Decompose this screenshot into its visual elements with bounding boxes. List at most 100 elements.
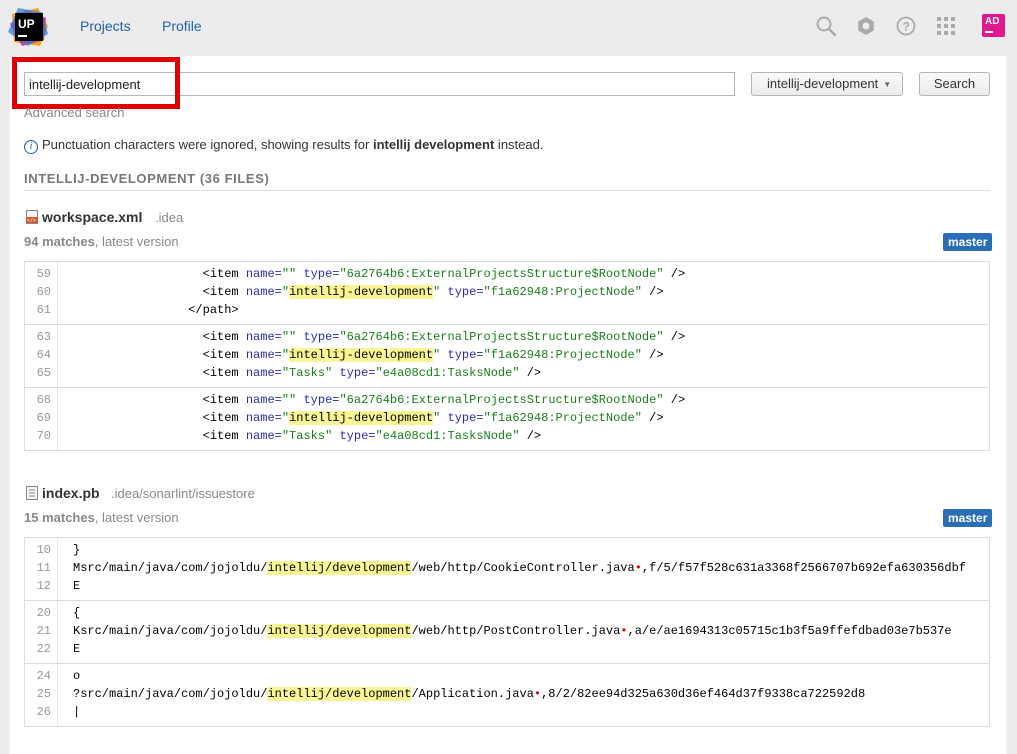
svg-text:</>: </> xyxy=(27,218,36,224)
line-number[interactable]: 25 xyxy=(25,685,51,703)
code-token: <item xyxy=(202,429,246,443)
code-token: } xyxy=(73,543,81,557)
code-line: 60 <item name="intellij-development" typ… xyxy=(25,283,989,301)
code-token: /> xyxy=(519,429,542,443)
code-token: name= xyxy=(245,267,282,281)
code-token: { xyxy=(73,606,81,620)
line-number[interactable]: 61 xyxy=(25,301,51,319)
code-line: 70 <item name="Tasks" type="e4a08cd1:Tas… xyxy=(25,427,989,445)
user-avatar[interactable]: AD xyxy=(982,14,1005,37)
search-icon[interactable] xyxy=(815,15,837,37)
line-number[interactable]: 59 xyxy=(25,265,51,283)
code-token: type= xyxy=(447,411,484,425)
help-icon[interactable]: ? xyxy=(895,15,917,37)
annotation-highlight-box xyxy=(12,57,180,109)
code-token: o xyxy=(73,669,81,683)
code-token: /web/http/CookieController.java xyxy=(411,561,635,575)
code-token: <item xyxy=(202,393,246,407)
logo-text: UP xyxy=(18,17,35,31)
code-token: name= xyxy=(245,285,282,299)
code-token: | xyxy=(73,705,81,719)
line-number[interactable]: 12 xyxy=(25,577,51,595)
search-match-highlight: intellij/development xyxy=(267,624,412,638)
nav-profile-link[interactable]: Profile xyxy=(162,18,202,34)
code-token: "Tasks" xyxy=(281,366,333,380)
line-number[interactable]: 20 xyxy=(25,604,51,622)
advanced-search-link[interactable]: Advanced search xyxy=(24,105,124,120)
line-number[interactable]: 22 xyxy=(25,640,51,658)
code-text: </path> xyxy=(73,301,239,319)
code-line: 59 <item name="" type="6a2764b6:External… xyxy=(25,265,989,283)
search-button[interactable]: Search xyxy=(919,72,990,96)
project-select[interactable]: intellij-development ▼ xyxy=(751,72,903,96)
line-number[interactable]: 26 xyxy=(25,703,51,721)
settings-gear-icon[interactable] xyxy=(855,15,877,37)
code-line: 68 <item name="" type="6a2764b6:External… xyxy=(25,391,989,409)
code-token: ,8/2/82ee94d325a630d36ef464d37f9338ca722… xyxy=(541,687,866,701)
code-line: 65 <item name="Tasks" type="e4a08cd1:Tas… xyxy=(25,364,989,382)
line-number[interactable]: 21 xyxy=(25,622,51,640)
file-path: .idea/sonarlint/issuestore xyxy=(111,486,255,501)
code-token: name= xyxy=(245,429,282,443)
code-line: 11 Msrc/main/java/com/jojoldu/intellij/de… xyxy=(25,559,989,577)
info-icon: i xyxy=(24,140,38,154)
results-section-title: INTELLIJ-DEVELOPMENT (36 FILES) xyxy=(24,171,270,186)
nav-projects-link[interactable]: Projects xyxy=(80,18,131,34)
code-token: <item xyxy=(202,348,246,362)
code-line: 21 Ksrc/main/java/com/jojoldu/intellij/de… xyxy=(25,622,989,640)
code-token: <item xyxy=(202,330,246,344)
line-number[interactable]: 70 xyxy=(25,427,51,445)
line-number[interactable]: 10 xyxy=(25,541,51,559)
line-number[interactable]: 69 xyxy=(25,409,51,427)
code-snippet[interactable]: 24 o 25 ?src/main/java/com/jojoldu/intellij… xyxy=(25,663,989,726)
line-number[interactable]: 11 xyxy=(25,559,51,577)
search-match-highlight: intellij-development xyxy=(289,411,434,425)
line-number[interactable]: 63 xyxy=(25,328,51,346)
code-snippet[interactable]: 59 <item name="" type="6a2764b6:External… xyxy=(25,262,989,324)
code-snippet[interactable]: 68 <item name="" type="6a2764b6:External… xyxy=(25,387,989,450)
notice-term: intellij development xyxy=(372,137,495,152)
code-text: <item name="intellij-development" type="… xyxy=(73,283,664,301)
code-token: name= xyxy=(245,348,282,362)
code-token: <item xyxy=(202,285,246,299)
avatar-initials: AD xyxy=(985,16,1000,27)
code-token: /> xyxy=(641,348,664,362)
file-name-link[interactable]: index.pb xyxy=(42,485,100,501)
code-text: | xyxy=(73,703,80,721)
matches-summary: 94 matches, latest version xyxy=(24,234,179,249)
matches-count: 94 matches xyxy=(24,234,95,249)
code-text: ?src/main/java/com/jojoldu/intellij/deve… xyxy=(73,685,865,703)
code-text: <item name="intellij-development" type="… xyxy=(73,346,664,364)
line-number[interactable]: 60 xyxy=(25,283,51,301)
line-number[interactable]: 64 xyxy=(25,346,51,364)
matches-summary: 15 matches, latest version xyxy=(24,510,179,525)
code-token: /> xyxy=(663,267,686,281)
line-number[interactable]: 68 xyxy=(25,391,51,409)
branch-badge[interactable]: master xyxy=(943,233,993,251)
code-token: </path> xyxy=(188,303,239,317)
code-text: Msrc/main/java/com/jojoldu/intellij/deve… xyxy=(73,559,966,577)
code-line: 63 <item name="" type="6a2764b6:External… xyxy=(25,328,989,346)
code-token: /> xyxy=(641,411,664,425)
code-snippet[interactable]: 63 <item name="" type="6a2764b6:External… xyxy=(25,324,989,387)
branch-badge[interactable]: master xyxy=(943,509,993,527)
code-token: /Application.java xyxy=(411,687,534,701)
code-token: "e4a08cd1:TasksNode" xyxy=(375,366,520,380)
code-token: name= xyxy=(245,393,282,407)
apps-grid-icon[interactable] xyxy=(935,15,957,37)
code-token: " xyxy=(281,348,290,362)
code-snippet[interactable]: 10} 11 Msrc/main/java/com/jojoldu/intellij… xyxy=(25,538,989,600)
code-line: 12 E xyxy=(25,577,989,595)
code-text: <item name="" type="6a2764b6:ExternalPro… xyxy=(73,391,686,409)
code-token: name= xyxy=(245,330,282,344)
line-number[interactable]: 24 xyxy=(25,667,51,685)
code-line: 22 E xyxy=(25,640,989,658)
line-number[interactable]: 65 xyxy=(25,364,51,382)
code-token: type= xyxy=(303,393,340,407)
code-token: E xyxy=(73,642,81,656)
code-line: 24 o xyxy=(25,667,989,685)
code-snippet[interactable]: 20 {21 Ksrc/main/java/com/jojoldu/intellij… xyxy=(25,600,989,663)
code-token: /web/http/PostController.java xyxy=(411,624,621,638)
file-name-link[interactable]: workspace.xml xyxy=(42,209,142,225)
upsource-logo[interactable]: UP xyxy=(8,6,50,48)
